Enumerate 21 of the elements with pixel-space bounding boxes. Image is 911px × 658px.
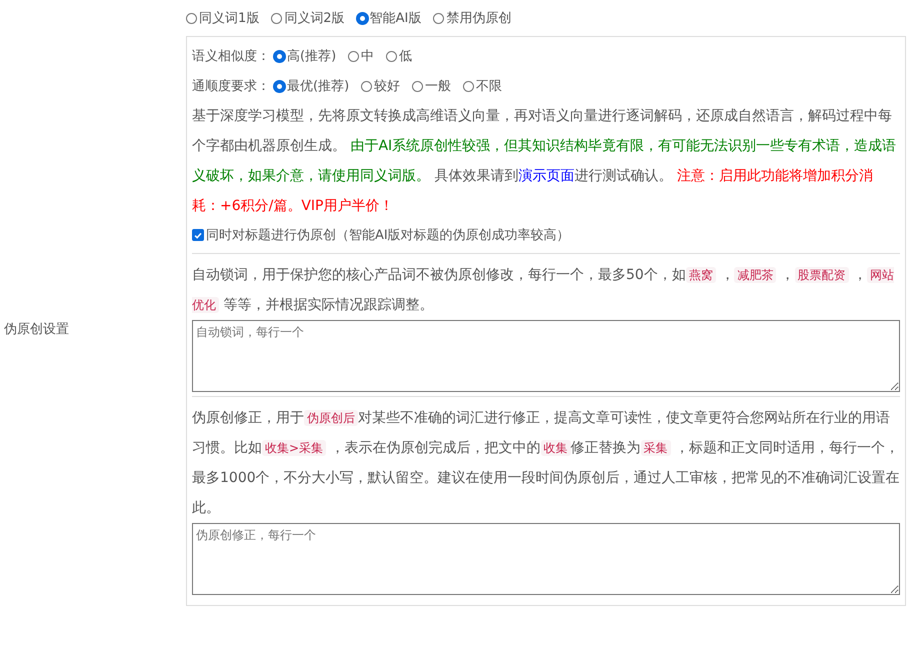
radio-option[interactable]: 最优(推荐) [274, 77, 350, 95]
radio-option[interactable]: 同义词2版 [271, 9, 345, 27]
section-label: 伪原创设置 [4, 321, 69, 338]
radio-option[interactable]: 较好 [361, 77, 400, 95]
fluency-label: 通顺度要求： [192, 78, 270, 95]
corrections-description: 伪原创修正，用于 伪原创后 对某些不准确的词汇进行修正，提高文章可读性，使文章更符合您网站所在行业的用语习惯。比如 收集>采集 ，表示在伪原创完成后，把文中的 收集 修正替换为 采集 ，标题和正文同时适用，每行一个，最多1000个，不分大小写，默认留空。建议在使用一段时间伪原创后，通过人工审核，把常见的不准确词汇设置在此。 [192, 409, 900, 518]
radio-option[interactable]: 智能AI版 [356, 9, 422, 27]
title-checkbox[interactable]: 同时对标题进行伪原创（智能AI版对标题的伪原创成功率较高） [192, 221, 570, 249]
corrections-field[interactable]: 伪原创修正，每行一个 [192, 523, 900, 595]
radio-option[interactable]: 同义词1版 [186, 9, 260, 27]
radio-option[interactable]: 高(推荐) [274, 47, 336, 65]
radio-option[interactable]: 禁用伪原创 [433, 9, 512, 27]
lock-words-field[interactable]: 自动锁词，每行一个 [192, 320, 900, 392]
radio-option[interactable]: 低 [386, 47, 412, 65]
lock-words-description: 自动锁词，用于保护您的核心产品词不被伪原创修改，每行一个，最多50个，如 燕窝 ， 减肥茶 ， 股票配资 ， 网站优化 等等，并根据实际情况跟踪调整。 [192, 266, 896, 315]
ai-description: 基于深度学习模型，先将原文转换成高维语义向量，再对语义向量进行逐词解码，还原成自然语言，解码过程中每个字都由机器原创生成。 由于AI系统原创性较强，但其知识结构毕竟有限，有可能无法识别一些专有术语，造成语义破坏，如果介意，请使用同义词版。 具体效果请到演示页面进行测试确认。 注意：启用此功能将增加积分消耗：+6积分/篇。VIP用户半价！ [192, 107, 898, 216]
radio-option[interactable]: 中 [348, 47, 374, 65]
similarity-label: 语义相似度： [192, 48, 270, 65]
demo-link[interactable]: 演示页面 [518, 168, 574, 184]
radio-option[interactable]: 不限 [463, 77, 502, 95]
radio-option[interactable]: 一般 [412, 77, 452, 95]
